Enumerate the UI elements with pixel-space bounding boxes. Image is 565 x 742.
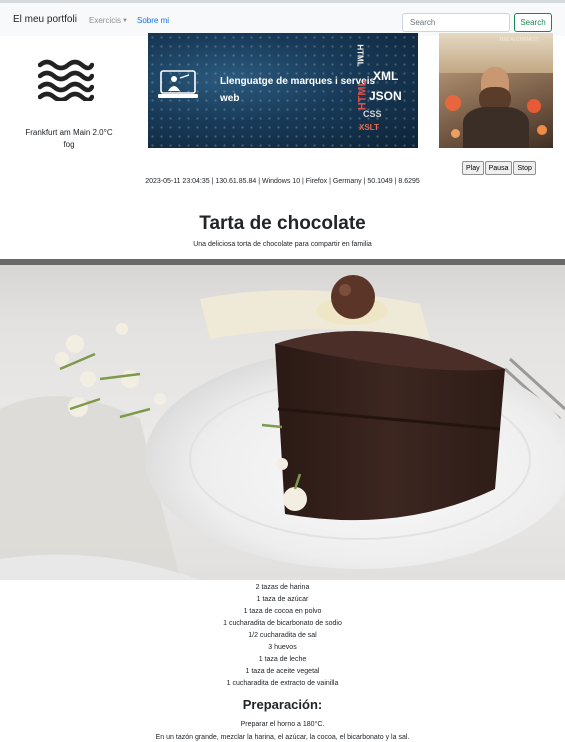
preparation-step: Preparar el horno a 180°C. [240, 721, 325, 728]
list-item: 1 taza de azúcar [256, 596, 309, 603]
visitor-info: 2023-05-11 23:04:35 | 130.61.85.84 | Win… [145, 178, 420, 185]
caret-down-icon: ▼ [122, 18, 128, 24]
search-input[interactable] [402, 13, 510, 32]
preparation-steps: Preparar el horno a 180°C. En un tazón g… [0, 718, 565, 742]
tag-html-2: HTML [355, 44, 365, 67]
exercicis-dropdown[interactable]: Exercicis▼ [89, 16, 128, 25]
preparation-step: En un tazón grande, mezclar la harina, e… [155, 734, 410, 741]
tag-json: JSON [369, 89, 402, 103]
tag-cloud: XML JSON HTML CSS XSLT HTML [353, 44, 415, 143]
ingredient-list: 2 tazas de harina 1 taza de azúcar 1 taz… [0, 582, 565, 690]
tag-xslt: XSLT [359, 123, 379, 132]
list-item: 1 cucharadita de bicarbonato de sodio [223, 620, 342, 627]
course-banner-image: Llenguatge de marques i serveis web XML … [148, 33, 418, 148]
fog-icon [38, 59, 94, 101]
tag-html: HTML [356, 79, 369, 111]
search-button[interactable]: Search [514, 13, 552, 32]
recipe-subtitle: Una deliciosa torta de chocolate para co… [193, 241, 372, 248]
weather-description: fog [63, 140, 75, 149]
list-item: 1 taza de cocoa en polvo [243, 608, 322, 615]
chocolate-cake-photo [0, 259, 565, 580]
navbar: El meu portfoli Exercicis▼ Sobre mi Sear… [0, 0, 565, 36]
list-item: 1 taza de leche [258, 656, 307, 663]
weather-city-temp: Frankfurt am Main 2.0°C [25, 128, 113, 137]
alchemist-painting-image: THE ALCHEMIST [439, 33, 553, 148]
navbar-brand[interactable]: El meu portfoli [13, 14, 77, 25]
tag-xml: XML [373, 69, 399, 83]
stop-button[interactable]: Stop [513, 161, 536, 175]
cake-illustration [0, 259, 565, 580]
list-item: 2 tazas de harina [255, 584, 310, 591]
tag-css: CSS [363, 109, 382, 119]
list-item: 1/2 cucharadita de sal [248, 632, 317, 639]
recipe-title: Tarta de chocolate [199, 213, 366, 234]
list-item: 3 huevos [268, 644, 297, 651]
list-item: 1 cucharadita de extracto de vainilla [226, 680, 339, 687]
painting-caption: THE ALCHEMIST [499, 37, 539, 43]
pause-button[interactable]: Pausa [484, 161, 513, 175]
teacher-screen-icon [158, 70, 198, 98]
media-controls: Play Pausa Stop [462, 161, 537, 175]
play-button[interactable]: Play [462, 161, 484, 175]
dropdown-label: Exercicis [89, 16, 122, 25]
list-item: 1 taza de aceite vegetal [245, 668, 320, 675]
preparation-heading: Preparación: [242, 697, 323, 712]
sobre-mi-link[interactable]: Sobre mi [137, 16, 169, 25]
